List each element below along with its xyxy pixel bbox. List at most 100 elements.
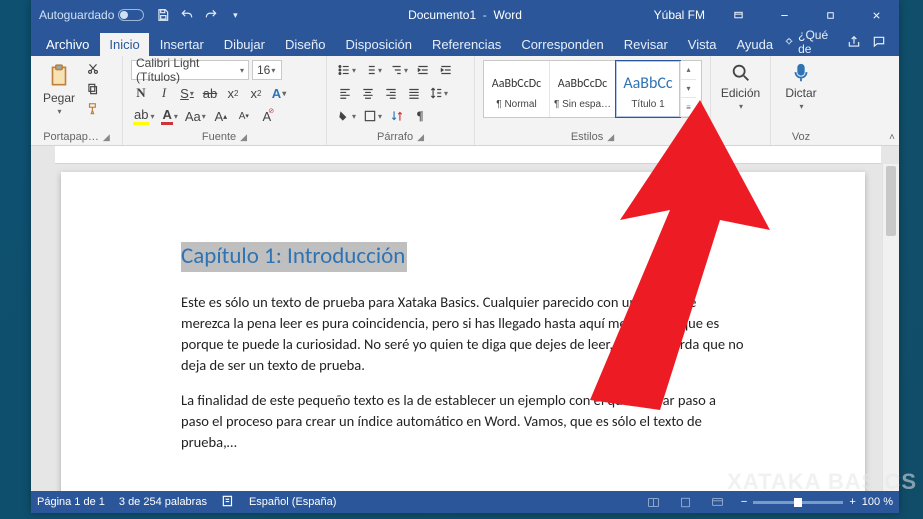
decrease-indent-button[interactable] [413, 60, 433, 80]
autosave-label: Autoguardado [39, 8, 114, 22]
align-right-button[interactable] [381, 83, 401, 103]
zoom-control[interactable]: − + 100 % [741, 496, 893, 508]
document-paragraph[interactable]: Este es sólo un texto de prueba para Xat… [181, 292, 745, 376]
align-center-button[interactable] [358, 83, 378, 103]
style-heading-1[interactable]: AaBbCc Título 1 [615, 60, 681, 118]
collapse-ribbon-icon[interactable]: ˄ [889, 132, 895, 143]
show-marks-button[interactable]: ¶ [410, 106, 430, 126]
numbering-button[interactable]: ▾ [361, 60, 384, 80]
undo-icon[interactable] [176, 4, 198, 26]
ribbon-display-options-icon[interactable] [715, 0, 761, 30]
shading-button[interactable]: ▾ [335, 106, 358, 126]
multilevel-button[interactable]: ▾ [387, 60, 410, 80]
ribbon: Pegar ▾ Portapap…◢ Calibri Light (Título… [31, 56, 899, 146]
quick-access-toolbar: ▾ [152, 4, 246, 26]
paste-label: Pegar [43, 91, 75, 105]
autosave-toggle[interactable]: Autoguardado [39, 8, 144, 22]
align-left-button[interactable] [335, 83, 355, 103]
group-voice-label: Voz [792, 131, 810, 143]
tab-view[interactable]: Vista [679, 33, 726, 56]
styles-down-icon[interactable]: ▾ [681, 80, 696, 99]
document-paragraph[interactable]: La finalidad de este pequeño texto es la… [181, 390, 745, 453]
shrink-font-button[interactable]: A▾ [234, 106, 254, 126]
italic-button[interactable]: I [154, 83, 174, 103]
qat-more-icon[interactable]: ▾ [224, 4, 246, 26]
bullets-button[interactable]: ▾ [335, 60, 358, 80]
document-heading[interactable]: Capítulo 1: Introducción [181, 242, 407, 272]
launcher-icon[interactable]: ◢ [417, 132, 424, 143]
status-proofing-icon[interactable] [221, 494, 235, 511]
font-color-button[interactable]: A▾ [159, 106, 179, 126]
share-icon[interactable] [845, 32, 862, 52]
clear-format-button[interactable]: A⊘ [257, 106, 277, 126]
borders-button[interactable]: ▾ [361, 106, 384, 126]
tab-references[interactable]: Referencias [423, 33, 510, 56]
maximize-icon[interactable] [807, 0, 853, 30]
zoom-in-icon[interactable]: + [849, 496, 855, 508]
change-case-button[interactable]: Aa▾ [183, 106, 208, 126]
tab-review[interactable]: Revisar [615, 33, 677, 56]
read-mode-icon[interactable] [645, 493, 663, 511]
style-no-spacing[interactable]: AaBbCcDc ¶ Sin espa… [550, 61, 616, 117]
editing-button[interactable]: Edición ▾ [719, 60, 762, 113]
font-size-combo[interactable]: 16▾ [252, 60, 282, 80]
highlight-button[interactable]: ab▾ [131, 106, 156, 126]
tab-help[interactable]: Ayuda [727, 33, 782, 56]
font-name-combo[interactable]: Calibri Light (Títulos)▾ [131, 60, 249, 80]
superscript-button[interactable]: x2 [246, 83, 266, 103]
comments-icon[interactable] [870, 32, 887, 52]
paste-button[interactable]: Pegar ▾ [39, 60, 79, 118]
tab-design[interactable]: Diseño [276, 33, 334, 56]
close-icon[interactable] [853, 0, 899, 30]
zoom-value[interactable]: 100 % [862, 496, 893, 508]
group-font-label: Fuente [202, 131, 236, 143]
status-language[interactable]: Español (España) [249, 496, 336, 508]
tab-layout[interactable]: Disposición [336, 33, 420, 56]
tell-me-search[interactable]: ¿Qué de [784, 28, 837, 56]
web-layout-icon[interactable] [709, 493, 727, 511]
status-words[interactable]: 3 de 254 palabras [119, 496, 207, 508]
justify-button[interactable] [404, 83, 424, 103]
vertical-scrollbar[interactable] [882, 164, 899, 491]
strike-button[interactable]: ab [200, 83, 220, 103]
tab-mailings[interactable]: Corresponden [512, 33, 612, 56]
redo-icon[interactable] [200, 4, 222, 26]
increase-indent-button[interactable] [436, 60, 456, 80]
dictate-button[interactable]: Dictar ▾ [779, 60, 823, 113]
sort-button[interactable] [387, 106, 407, 126]
editing-label: Edición [721, 86, 760, 100]
tab-home[interactable]: Inicio [100, 33, 148, 56]
tell-me-label: ¿Qué de [798, 28, 837, 56]
ruler[interactable] [55, 146, 881, 164]
line-spacing-button[interactable]: ▾ [427, 83, 450, 103]
save-icon[interactable] [152, 4, 174, 26]
styles-more-icon[interactable]: ≡ [681, 98, 696, 117]
tab-draw[interactable]: Dibujar [215, 33, 274, 56]
status-page[interactable]: Página 1 de 1 [37, 496, 105, 508]
tab-file[interactable]: Archivo [37, 33, 98, 56]
launcher-icon[interactable]: ◢ [240, 132, 247, 143]
underline-button[interactable]: S▾ [177, 83, 197, 103]
bold-button[interactable]: N [131, 83, 151, 103]
text-effects-button[interactable]: A▾ [269, 83, 289, 103]
launcher-icon[interactable]: ◢ [607, 132, 614, 143]
tab-insert[interactable]: Insertar [151, 33, 213, 56]
document-page[interactable]: Capítulo 1: Introducción Este es sólo un… [61, 172, 865, 491]
styles-gallery: AaBbCcDc ¶ Normal AaBbCcDc ¶ Sin espa… A… [483, 60, 702, 118]
ribbon-tabs: Archivo Inicio Insertar Dibujar Diseño D… [31, 30, 899, 56]
copy-icon[interactable] [83, 80, 103, 98]
print-layout-icon[interactable] [677, 493, 695, 511]
launcher-icon[interactable]: ◢ [103, 132, 110, 143]
group-paragraph-label: Párrafo [377, 131, 413, 143]
styles-up-icon[interactable]: ▴ [681, 61, 696, 80]
style-normal[interactable]: AaBbCcDc ¶ Normal [484, 61, 550, 117]
zoom-slider[interactable] [753, 501, 843, 504]
toggle-off-icon [118, 9, 144, 21]
subscript-button[interactable]: x2 [223, 83, 243, 103]
format-painter-icon[interactable] [83, 100, 103, 118]
minimize-icon[interactable] [761, 0, 807, 30]
account-name[interactable]: Yúbal FM [644, 8, 715, 22]
grow-font-button[interactable]: A▴ [211, 106, 231, 126]
zoom-out-icon[interactable]: − [741, 496, 747, 508]
cut-icon[interactable] [83, 60, 103, 78]
